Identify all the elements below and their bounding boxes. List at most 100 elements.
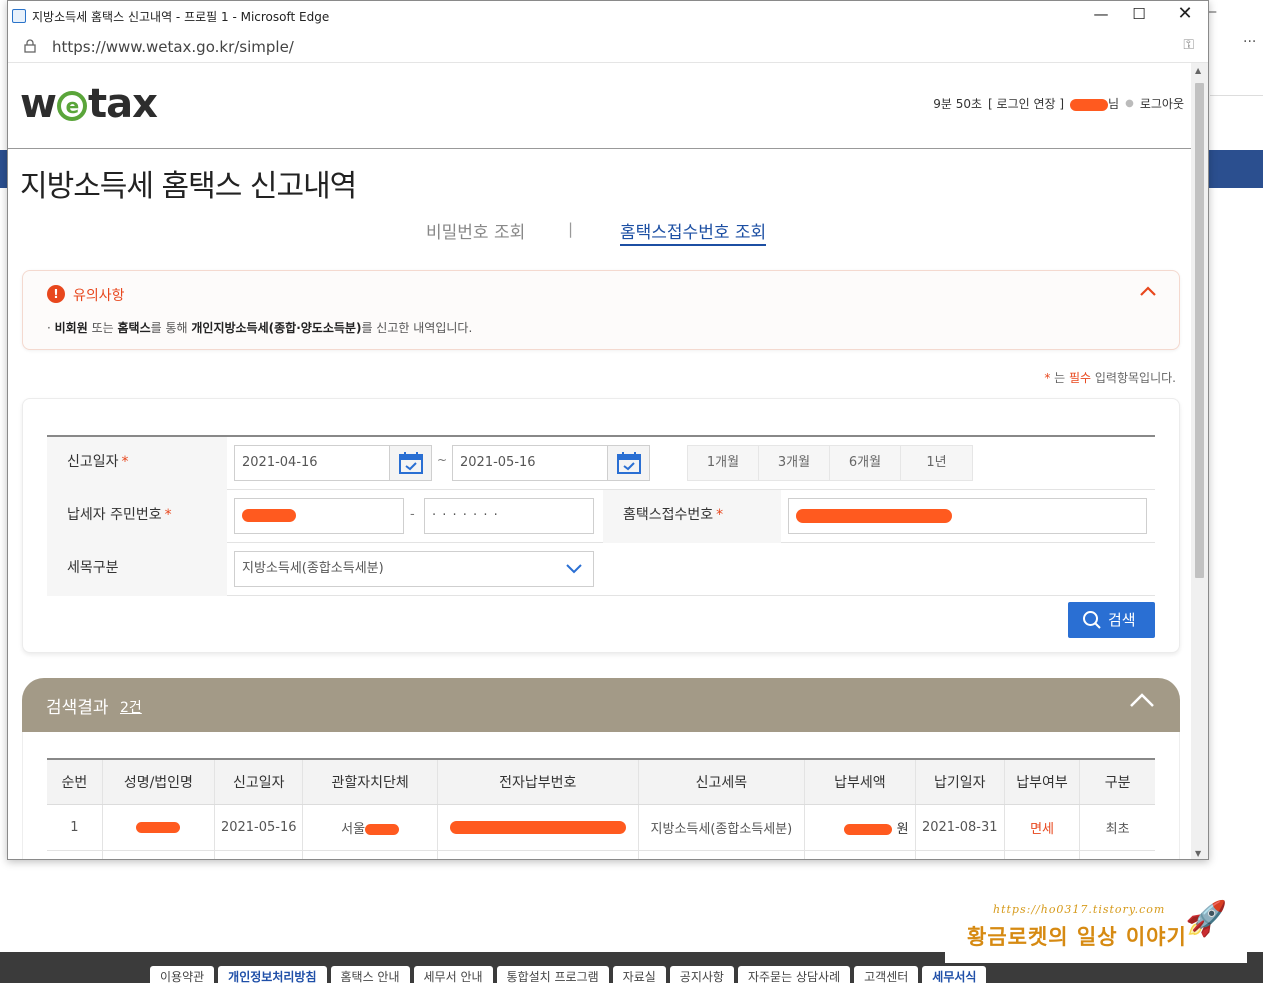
hometax-no-label: 홈택스접수번호 * — [603, 490, 781, 543]
form-row-rrn: 납세자 주민번호 * - · · · · · · · 홈택스접수번호 * — [47, 490, 1155, 543]
results-table: 순번 성명/법인명 신고일자 관할자치단체 전자납부번호 신고세목 납부세액 납… — [47, 758, 1155, 859]
footer-link[interactable]: 세무서식 — [922, 966, 987, 983]
column-header: 구분 — [1079, 758, 1155, 805]
more-icon[interactable]: ··· — [1243, 34, 1256, 50]
search-button[interactable]: 검색 — [1068, 602, 1155, 638]
calendar-button[interactable] — [607, 446, 649, 480]
minimize-icon[interactable]: — — [1086, 5, 1116, 23]
results-header: 검색결과 2건 — [22, 678, 1180, 732]
footer-link[interactable]: 홈택스 안내 — [330, 966, 410, 983]
tab-hometax-receipt-lookup[interactable]: 홈택스접수번호 조회 — [620, 218, 767, 246]
tax-type-select[interactable]: 지방소득세(종합소득세분) — [234, 551, 594, 587]
cell-report-date: 2021-05-16 — [214, 804, 304, 851]
scroll-up-icon[interactable]: ▲ — [1195, 66, 1201, 75]
redacted-name — [1070, 98, 1109, 111]
period-buttons: 1개월 3개월 6개월 1년 — [687, 445, 973, 481]
url-field[interactable]: https://www.wetax.go.kr/simple/ — [52, 38, 294, 56]
period-6-months-button[interactable]: 6개월 — [830, 446, 901, 480]
period-1-month-button[interactable]: 1개월 — [688, 446, 759, 480]
footer-link[interactable]: 세무서 안내 — [413, 966, 493, 983]
footer-link[interactable]: 자주묻는 상담사례 — [737, 966, 851, 983]
form-row-tax-type: 세목구분 지방소득세(종합소득세분) — [47, 543, 1155, 596]
watermark-title: 황금로켓의 일상 이야기 — [967, 925, 1187, 949]
results-title: 검색결과 — [46, 698, 109, 718]
key-icon[interactable]: ⚿ — [1183, 37, 1194, 53]
column-header: 신고일자 — [214, 758, 304, 805]
edge-page-icon — [12, 9, 26, 23]
chevron-up-icon[interactable] — [1128, 691, 1156, 713]
form-row-date: 신고일자 * 2021-04-16 ~ 2021-05-16 1개월 3개월 6… — [47, 437, 1155, 490]
tax-type-label: 세목구분 — [47, 543, 227, 596]
hometax-no-input[interactable] — [788, 498, 1147, 534]
search-icon — [1083, 611, 1101, 629]
cell-type: 최초 — [1079, 804, 1155, 851]
redacted-rrn — [242, 509, 296, 522]
redacted-name — [136, 821, 181, 833]
table-row[interactable]: 1 2021-05-16 서울 지방소득세(종합소득세분) 원 2021-08-… — [47, 804, 1155, 851]
footer-link[interactable]: 고객센터 — [854, 966, 919, 983]
chevron-up-icon[interactable] — [1139, 281, 1157, 302]
close-icon[interactable]: ✕ — [1170, 3, 1200, 24]
background-divider — [1210, 95, 1263, 96]
scroll-down-icon[interactable]: ▼ — [1195, 849, 1201, 858]
extend-login-link[interactable]: [ 로그인 연장 ] — [988, 95, 1064, 112]
period-1-year-button[interactable]: 1년 — [901, 446, 972, 480]
column-header: 순번 — [47, 758, 103, 805]
notice-panel: ! 유의사항 · 비회원 또는 홈택스를 통해 개인지방소득세(종합·양도소득분… — [22, 270, 1180, 350]
cell-payment-no — [437, 804, 639, 851]
cell-amount: 원 — [804, 804, 916, 851]
footer-link[interactable]: 공지사항 — [669, 966, 734, 983]
column-header: 전자납부번호 — [437, 758, 639, 805]
footer-links: 이용약관 개인정보처리방침 홈택스 안내 세무서 안내 통합설치 프로그램 자료… — [150, 966, 987, 983]
session-timer: 9분 50초 — [933, 97, 983, 111]
edge-popup-window: 지방소득세 홈택스 신고내역 - 프로필 1 - Microsoft Edge … — [7, 0, 1209, 860]
background-browser-controls: — ··· — [1203, 0, 1263, 50]
separator-dot: ● — [1125, 98, 1134, 109]
cell-region: 서울 — [302, 804, 438, 851]
user-name: 님 — [1070, 95, 1119, 112]
column-header: 납부여부 — [1004, 758, 1081, 805]
logout-link[interactable]: 로그아웃 — [1140, 95, 1184, 112]
rrn-front-input[interactable] — [234, 498, 404, 534]
redacted-region — [365, 823, 400, 835]
tab-password-lookup[interactable]: 비밀번호 조회 — [426, 218, 525, 243]
cell-no: 1 — [47, 804, 103, 851]
cell-due-date: 2021-08-31 — [915, 804, 1005, 851]
calendar-button[interactable] — [389, 446, 431, 480]
column-header: 납기일자 — [915, 758, 1005, 805]
rocket-icon: 🚀 — [1185, 899, 1228, 939]
table-header-row: 순번 성명/법인명 신고일자 관할자치단체 전자납부번호 신고세목 납부세액 납… — [47, 758, 1155, 805]
date-from-input[interactable]: 2021-04-16 — [234, 445, 432, 481]
vertical-scrollbar[interactable]: ▲ ▼ — [1191, 63, 1208, 859]
results-count: 2건 — [120, 700, 142, 716]
calendar-icon — [617, 452, 641, 474]
footer-link[interactable]: 자료실 — [612, 966, 666, 983]
page-content: w e tax 9분 50초 [ 로그인 연장 ] 님 ● 로그아웃 지방소득세 홈… — [8, 63, 1192, 859]
footer-link[interactable]: 통합설치 프로그램 — [496, 966, 609, 983]
report-date-label: 신고일자 * — [47, 437, 227, 490]
date-separator: ~ — [437, 453, 448, 467]
period-3-months-button[interactable]: 3개월 — [759, 446, 830, 480]
scrollbar-thumb[interactable] — [1195, 83, 1204, 578]
cell-paid-status[interactable]: 면세 — [1004, 804, 1081, 851]
table-row — [47, 850, 1155, 859]
site-header: w e tax 9분 50초 [ 로그인 연장 ] 님 ● 로그아웃 — [8, 63, 1192, 149]
date-to-input[interactable]: 2021-05-16 — [452, 445, 650, 481]
alert-icon: ! — [47, 285, 65, 303]
form-table: 신고일자 * 2021-04-16 ~ 2021-05-16 1개월 3개월 6… — [47, 435, 1155, 596]
watermark-url: https://ho0317.tistory.com — [993, 903, 1166, 916]
wetax-logo[interactable]: w e tax — [20, 81, 158, 127]
rrn-back-input[interactable]: · · · · · · · — [424, 498, 594, 534]
results-body: 순번 성명/법인명 신고일자 관할자치단체 전자납부번호 신고세목 납부세액 납… — [22, 732, 1180, 859]
cell-name — [102, 804, 216, 851]
rrn-label: 납세자 주민번호 * — [47, 490, 227, 543]
blog-watermark: https://ho0317.tistory.com 황금로켓의 일상 이야기 … — [945, 895, 1247, 963]
column-header: 관할자치단체 — [302, 758, 438, 805]
footer-link[interactable]: 개인정보처리방침 — [218, 966, 327, 983]
search-form: 신고일자 * 2021-04-16 ~ 2021-05-16 1개월 3개월 6… — [22, 398, 1180, 653]
rrn-separator: - — [410, 507, 415, 522]
address-bar: https://www.wetax.go.kr/simple/ ⚿ — [8, 31, 1208, 63]
footer-link[interactable]: 이용약관 — [150, 966, 215, 983]
maximize-icon[interactable]: ☐ — [1124, 5, 1154, 23]
tab-separator: | — [568, 220, 574, 238]
